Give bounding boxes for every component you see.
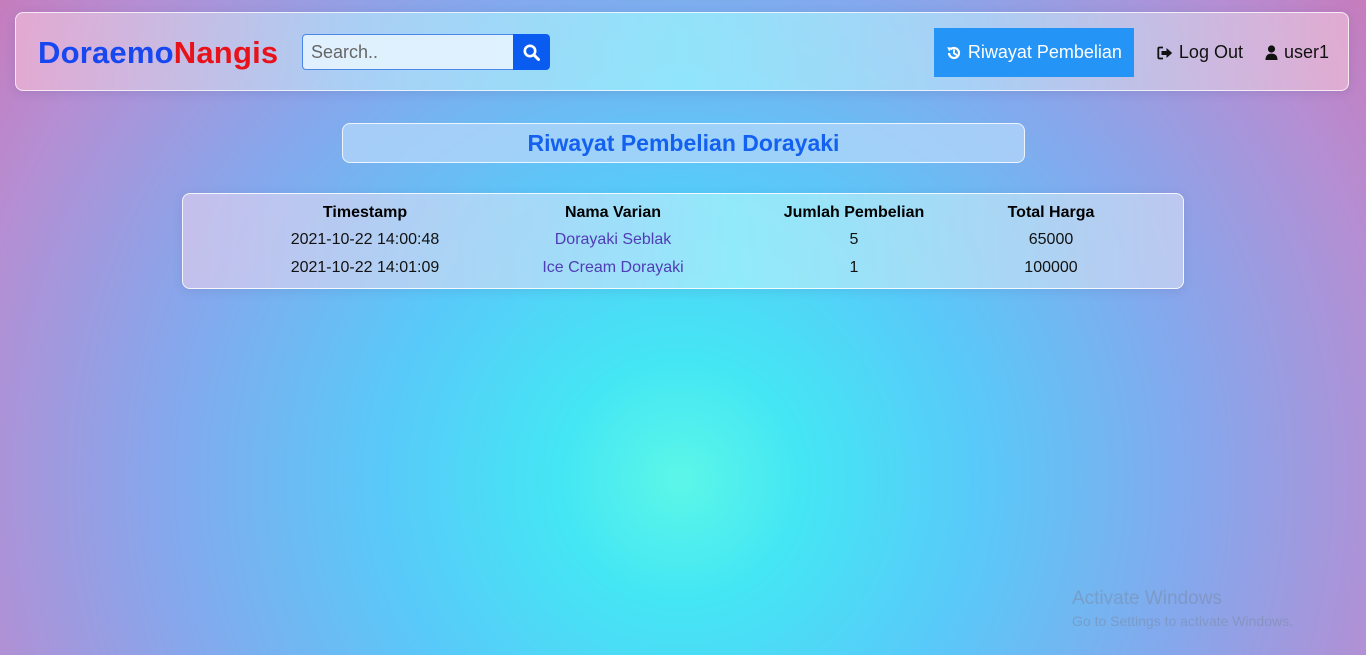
table-row: 2021-10-22 14:01:09 Ice Cream Dorayaki 1… <box>225 254 1115 282</box>
search-button[interactable] <box>513 34 550 70</box>
table-header-row: Timestamp Nama Varian Jumlah Pembelian T… <box>225 200 1115 226</box>
search-input[interactable] <box>302 34 513 70</box>
history-button[interactable]: Riwayat Pembelian <box>933 28 1134 77</box>
navbar: DoraemoNangis Riwayat Pembelian <box>15 12 1349 91</box>
logout-label: Log Out <box>1178 42 1243 62</box>
logout-link[interactable]: Log Out <box>1146 42 1254 63</box>
nav-actions: Riwayat Pembelian Log Out user1 <box>933 28 1340 77</box>
purchase-history-table: Timestamp Nama Varian Jumlah Pembelian T… <box>225 200 1115 282</box>
page-title: Riwayat Pembelian Dorayaki <box>527 129 840 156</box>
column-header-total: Total Harga <box>1007 204 1095 221</box>
purchase-history-card: Timestamp Nama Varian Jumlah Pembelian T… <box>182 193 1184 289</box>
page-title-box: Riwayat Pembelian Dorayaki <box>342 123 1025 163</box>
user-icon <box>1265 45 1278 60</box>
column-header-timestamp: Timestamp <box>322 204 408 221</box>
cell-total: 100000 <box>1024 259 1078 276</box>
watermark-title: Activate Windows <box>1072 588 1222 609</box>
cell-variant: Dorayaki Seblak <box>505 226 721 254</box>
username-label: user1 <box>1283 42 1329 62</box>
windows-activation-watermark: Activate Windows Go to Settings to activ… <box>1072 588 1293 630</box>
variant-link[interactable]: Dorayaki Seblak <box>555 231 672 248</box>
cell-quantity: 1 <box>849 259 859 276</box>
watermark-subtitle: Go to Settings to activate Windows. <box>1072 613 1293 629</box>
variant-link[interactable]: Ice Cream Dorayaki <box>542 259 683 276</box>
cell-total: 65000 <box>1028 231 1074 248</box>
sign-out-icon <box>1157 46 1173 59</box>
brand-part-2: Nangis <box>173 35 279 70</box>
column-header-quantity: Jumlah Pembelian <box>783 204 925 221</box>
cell-variant: Ice Cream Dorayaki <box>505 254 721 282</box>
cell-timestamp: 2021-10-22 14:01:09 <box>290 259 440 276</box>
column-header-variant: Nama Varian <box>564 204 662 221</box>
table-row: 2021-10-22 14:00:48 Dorayaki Seblak 5 65… <box>225 226 1115 254</box>
brand-part-1: Doraemo <box>38 35 174 70</box>
search-bar <box>302 34 550 70</box>
brand-logo[interactable]: DoraemoNangis <box>38 35 278 71</box>
cell-quantity: 5 <box>849 231 859 248</box>
cell-timestamp: 2021-10-22 14:00:48 <box>290 231 440 248</box>
user-menu[interactable]: user1 <box>1254 42 1340 63</box>
history-button-label: Riwayat Pembelian <box>967 42 1122 62</box>
history-icon <box>947 46 960 59</box>
search-icon <box>523 44 540 61</box>
